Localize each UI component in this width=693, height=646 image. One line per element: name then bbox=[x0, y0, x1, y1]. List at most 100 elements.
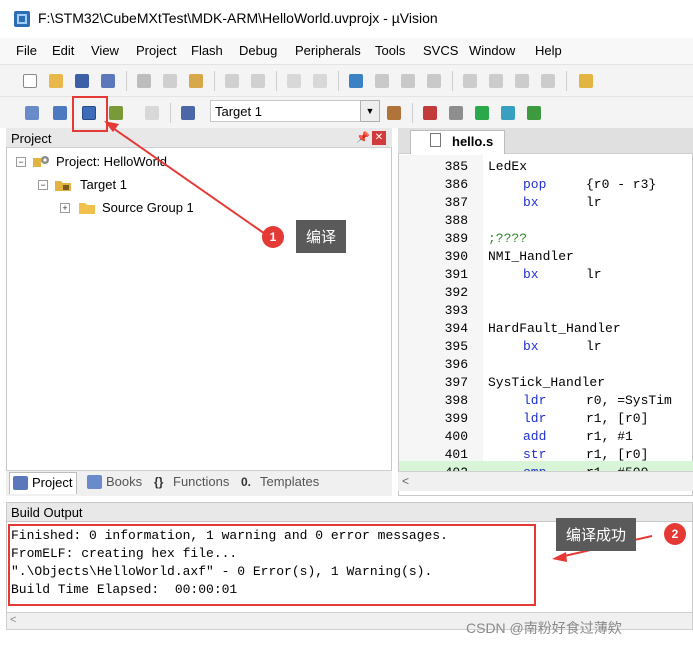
chevron-down-icon[interactable]: ▼ bbox=[360, 100, 380, 122]
line-number: 398 bbox=[444, 393, 468, 408]
menu-svcs[interactable]: SVCS bbox=[423, 43, 458, 58]
code-operands: lr bbox=[586, 267, 602, 282]
tab-books[interactable]: Books bbox=[84, 472, 146, 494]
bookmark-prev-icon[interactable] bbox=[372, 71, 392, 91]
undo-icon[interactable] bbox=[222, 71, 242, 91]
code-line: bx lr bbox=[488, 266, 693, 284]
code-operands: r0, =SysTim bbox=[586, 393, 672, 408]
scroll-left-icon[interactable]: < bbox=[402, 474, 409, 488]
callout-1-label: 编译 bbox=[296, 220, 347, 253]
line-number: 397 bbox=[444, 375, 468, 390]
code-line: ldr r1, [r0] bbox=[488, 410, 693, 428]
software-packs-icon[interactable] bbox=[524, 103, 544, 123]
tab-templates[interactable]: 0. Templates bbox=[238, 472, 323, 494]
menu-edit[interactable]: Edit bbox=[52, 43, 74, 58]
indent-icon[interactable] bbox=[460, 71, 480, 91]
code-line: SysTick_Handler bbox=[488, 374, 693, 392]
tree-item-target[interactable]: Target 1 bbox=[80, 177, 127, 192]
nav-forward-icon[interactable] bbox=[310, 71, 330, 91]
code-instruction: ldr bbox=[523, 393, 547, 408]
pack-installer-icon[interactable] bbox=[472, 103, 492, 123]
tree-item-project[interactable]: Project: HelloWorld bbox=[56, 154, 167, 169]
find-in-files-icon[interactable] bbox=[576, 71, 596, 91]
code-line: pop {r0 - r3} bbox=[488, 176, 693, 194]
uvision-app-icon bbox=[13, 10, 31, 28]
tab-project[interactable]: Project bbox=[9, 472, 78, 494]
unindent-icon[interactable] bbox=[486, 71, 506, 91]
tab-functions[interactable]: {} Functions bbox=[151, 472, 233, 494]
target-folder-icon bbox=[54, 178, 71, 191]
bookmark-clear-icon[interactable] bbox=[424, 71, 444, 91]
callout-2-label: 编译成功 bbox=[556, 518, 637, 551]
menu-tools[interactable]: Tools bbox=[375, 43, 405, 58]
target-select-value: Target 1 bbox=[215, 104, 262, 119]
open-folder-icon[interactable] bbox=[46, 71, 66, 91]
menu-file[interactable]: File bbox=[16, 43, 37, 58]
menu-peripherals[interactable]: Peripherals bbox=[295, 43, 361, 58]
tree-collapse-icon[interactable]: − bbox=[38, 180, 48, 190]
code-instruction: add bbox=[523, 429, 547, 444]
tab-functions-label: Functions bbox=[173, 474, 230, 489]
toolbar-separator bbox=[214, 71, 215, 91]
horizontal-scrollbar[interactable] bbox=[398, 471, 693, 491]
close-icon[interactable]: ✕ bbox=[372, 131, 386, 145]
code-label: HardFault_Handler bbox=[488, 321, 621, 336]
code-operands: r1, #1 bbox=[586, 429, 633, 444]
redo-icon[interactable] bbox=[248, 71, 268, 91]
standard-toolbar bbox=[0, 64, 693, 96]
build-output-highlight bbox=[8, 524, 536, 606]
menu-flash[interactable]: Flash bbox=[191, 43, 223, 58]
pin-icon[interactable]: 📌 bbox=[356, 131, 370, 144]
select-device-icon[interactable] bbox=[498, 103, 518, 123]
tree-expand-icon[interactable]: + bbox=[60, 203, 70, 213]
target-options-icon[interactable] bbox=[384, 103, 404, 123]
file-icon bbox=[430, 133, 441, 147]
scroll-left-icon[interactable]: < bbox=[10, 614, 16, 626]
tree-item-source-group[interactable]: Source Group 1 bbox=[102, 200, 194, 215]
line-number: 395 bbox=[444, 339, 468, 354]
manage-components-icon[interactable] bbox=[420, 103, 440, 123]
code-instruction: bx bbox=[523, 339, 539, 354]
copy-icon[interactable] bbox=[160, 71, 180, 91]
tab-books-label: Books bbox=[106, 474, 143, 489]
build-button-highlight bbox=[72, 96, 108, 132]
menu-project[interactable]: Project bbox=[136, 43, 176, 58]
tree-collapse-icon[interactable]: − bbox=[16, 157, 26, 167]
line-number: 396 bbox=[444, 357, 468, 372]
save-icon[interactable] bbox=[72, 71, 92, 91]
toolbar-separator bbox=[412, 103, 413, 123]
watermark: CSDN @南粉好食过薄欸 bbox=[466, 620, 622, 636]
download-icon[interactable] bbox=[178, 103, 198, 123]
file-extensions-icon[interactable] bbox=[446, 103, 466, 123]
paste-icon[interactable] bbox=[186, 71, 206, 91]
nav-back-icon[interactable] bbox=[284, 71, 304, 91]
code-operands: r1, [r0] bbox=[586, 447, 649, 462]
line-number: 393 bbox=[444, 303, 468, 318]
bookmark-icon[interactable] bbox=[346, 71, 366, 91]
code-operands: lr bbox=[586, 195, 602, 210]
line-number: 399 bbox=[444, 411, 468, 426]
save-all-icon[interactable] bbox=[98, 71, 118, 91]
menu-view[interactable]: View bbox=[91, 43, 119, 58]
stop-build-icon[interactable] bbox=[142, 103, 162, 123]
code-line: cmpr1, #500 bbox=[488, 464, 693, 471]
code-line: ;???? bbox=[488, 230, 693, 248]
comment-icon[interactable] bbox=[512, 71, 532, 91]
new-file-icon[interactable] bbox=[20, 71, 40, 91]
callout-1-badge: 1 bbox=[262, 226, 284, 248]
toolbar-separator bbox=[452, 71, 453, 91]
cut-icon[interactable] bbox=[134, 71, 154, 91]
menu-debug[interactable]: Debug bbox=[239, 43, 277, 58]
bookmark-next-icon[interactable] bbox=[398, 71, 418, 91]
build-icon[interactable] bbox=[50, 103, 70, 123]
menu-window[interactable]: Window bbox=[469, 43, 515, 58]
line-number: 385 bbox=[444, 159, 468, 174]
uncomment-icon[interactable] bbox=[538, 71, 558, 91]
menu-help[interactable]: Help bbox=[535, 43, 562, 58]
tab-project-label: Project bbox=[32, 475, 73, 490]
line-number: 401 bbox=[444, 447, 468, 462]
translate-icon[interactable] bbox=[22, 103, 42, 123]
batch-build-icon[interactable] bbox=[106, 103, 126, 123]
